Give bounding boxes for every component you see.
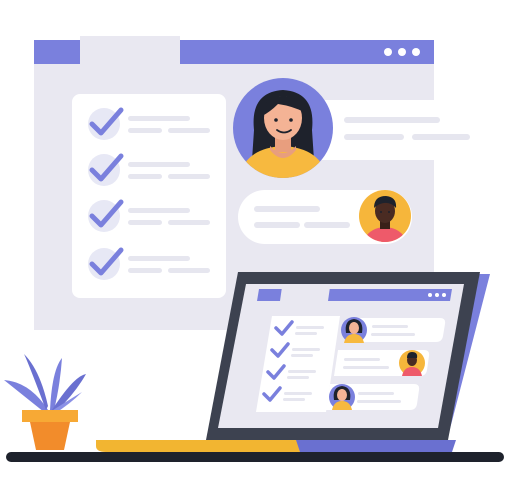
laptop-profile-row[interactable] xyxy=(326,384,420,410)
potted-plant-icon xyxy=(4,354,86,450)
text-line xyxy=(358,392,394,395)
woman-avatar-icon[interactable] xyxy=(341,317,367,343)
text-line xyxy=(128,162,190,167)
text-line xyxy=(128,116,190,121)
profile-row-secondary[interactable] xyxy=(238,190,412,246)
text-line xyxy=(372,325,408,328)
online-profile-illustration xyxy=(4,36,504,462)
laptop-base-side xyxy=(296,440,456,452)
woman-avatar-icon[interactable] xyxy=(329,384,355,410)
text-line xyxy=(128,208,190,213)
text-line xyxy=(343,366,389,369)
text-line xyxy=(344,134,404,140)
text-line xyxy=(168,220,210,225)
laptop-active-tab[interactable] xyxy=(280,287,330,301)
text-line xyxy=(291,354,313,357)
text-line xyxy=(284,392,312,395)
text-line xyxy=(344,358,380,361)
text-line xyxy=(128,268,162,273)
ellipsis-horizontal-icon[interactable] xyxy=(384,48,420,56)
laptop-base-front xyxy=(96,440,306,452)
text-line xyxy=(168,128,210,133)
floor-line xyxy=(6,452,504,462)
text-line xyxy=(128,256,190,261)
text-line xyxy=(412,134,470,140)
text-line xyxy=(128,174,162,179)
ellipsis-horizontal-icon[interactable] xyxy=(428,293,446,297)
text-line xyxy=(344,117,440,123)
text-line xyxy=(295,332,317,335)
man-avatar-icon[interactable] xyxy=(399,350,425,376)
text-line xyxy=(296,326,324,329)
text-line xyxy=(371,333,415,336)
text-line xyxy=(254,222,300,228)
illustration-stage xyxy=(0,0,514,477)
text-line xyxy=(288,370,316,373)
laptop-profile-row[interactable] xyxy=(334,350,430,376)
checklist-card xyxy=(72,94,226,298)
laptop-profile-row[interactable] xyxy=(341,317,446,343)
text-line xyxy=(168,268,210,273)
text-line xyxy=(254,206,320,212)
text-line xyxy=(128,128,162,133)
text-line xyxy=(292,348,320,351)
text-line xyxy=(357,400,401,403)
browser-active-tab[interactable] xyxy=(80,36,180,64)
text-line xyxy=(168,174,210,179)
text-line xyxy=(304,222,350,228)
text-line xyxy=(128,220,162,225)
text-line xyxy=(283,398,305,401)
laptop-icon xyxy=(206,272,490,452)
text-line xyxy=(287,376,309,379)
